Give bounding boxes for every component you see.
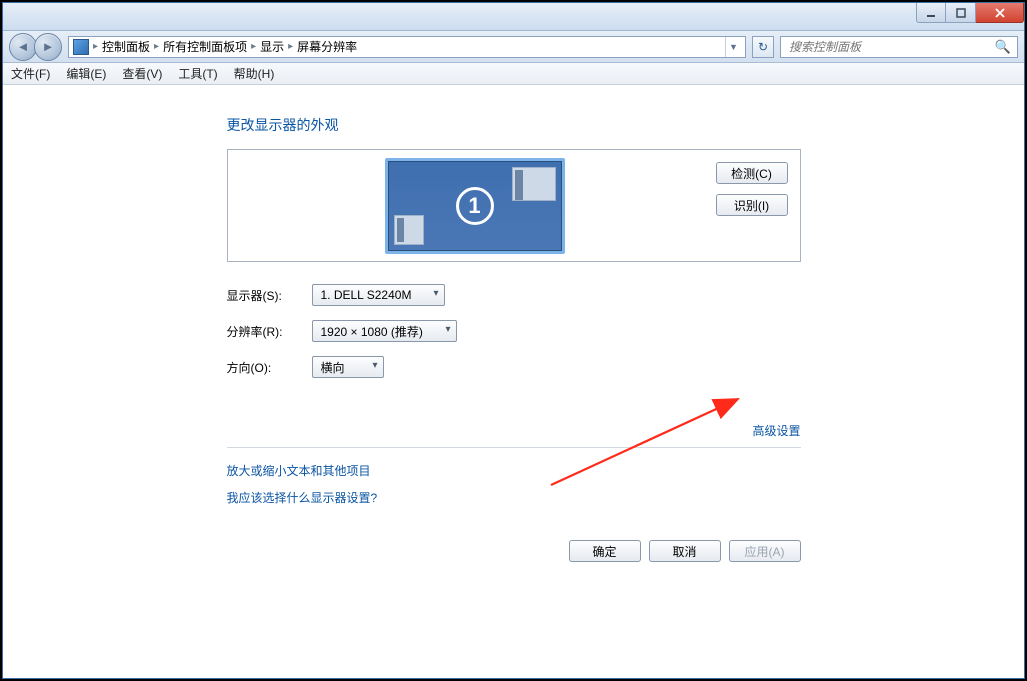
dialog-buttons: 确定 取消 应用(A) xyxy=(227,540,801,562)
resolution-select[interactable]: 1920 × 1080 (推荐) xyxy=(312,320,457,342)
address-toolbar: ◄ ► ▸ 控制面板 ▸ 所有控制面板项 ▸ 显示 ▸ 屏幕分辨率 ▼ ↻ 🔍 xyxy=(3,31,1024,63)
address-bar[interactable]: ▸ 控制面板 ▸ 所有控制面板项 ▸ 显示 ▸ 屏幕分辨率 ▼ xyxy=(68,36,746,58)
orientation-value: 横向 xyxy=(321,359,345,376)
control-panel-icon xyxy=(73,39,89,55)
advanced-row: 高级设置 xyxy=(227,392,801,448)
menu-help[interactable]: 帮助(H) xyxy=(234,65,275,82)
refresh-button[interactable]: ↻ xyxy=(752,36,774,58)
help-links: 放大或缩小文本和其他项目 我应该选择什么显示器设置? xyxy=(227,462,801,506)
breadcrumb-item[interactable]: 屏幕分辨率 xyxy=(297,38,357,55)
address-dropdown[interactable]: ▼ xyxy=(725,37,741,57)
chevron-right-icon: ▸ xyxy=(288,41,293,52)
display-preview-box: 1 检测(C) 识别(I) xyxy=(227,149,801,262)
settings-panel: 更改显示器的外观 1 检测(C) 识别(I) 显示器(S): xyxy=(227,109,801,678)
maximize-icon xyxy=(956,8,966,18)
settings-form: 显示器(S): 1. DELL S2240M 分辨率(R): 1920 × 10… xyxy=(227,284,801,378)
menu-edit[interactable]: 编辑(E) xyxy=(66,65,106,82)
breadcrumb-item[interactable]: 控制面板 xyxy=(102,38,150,55)
close-icon xyxy=(994,8,1006,18)
search-box[interactable]: 🔍 xyxy=(780,36,1018,58)
forward-button[interactable]: ► xyxy=(34,33,62,61)
menu-tools[interactable]: 工具(T) xyxy=(178,65,217,82)
menu-view[interactable]: 查看(V) xyxy=(122,65,162,82)
search-input[interactable] xyxy=(787,39,995,55)
breadcrumb-item[interactable]: 所有控制面板项 xyxy=(163,38,247,55)
titlebar[interactable] xyxy=(3,3,1024,31)
chevron-right-icon: ▸ xyxy=(154,41,159,52)
monitor-preview[interactable]: 1 xyxy=(385,158,565,254)
monitor-preview-area[interactable]: 1 xyxy=(234,156,716,255)
orientation-row: 方向(O): 横向 xyxy=(227,356,801,378)
nav-buttons: ◄ ► xyxy=(9,33,62,61)
resolution-label: 分辨率(R): xyxy=(227,323,312,340)
maximize-button[interactable] xyxy=(946,3,976,23)
display-row: 显示器(S): 1. DELL S2240M xyxy=(227,284,801,306)
window-controls xyxy=(916,3,1024,23)
apply-button[interactable]: 应用(A) xyxy=(729,540,801,562)
menu-file[interactable]: 文件(F) xyxy=(11,65,50,82)
content-area: 更改显示器的外观 1 检测(C) 识别(I) 显示器(S): xyxy=(3,85,1024,678)
resolution-row: 分辨率(R): 1920 × 1080 (推荐) xyxy=(227,320,801,342)
display-value: 1. DELL S2240M xyxy=(321,288,412,302)
chevron-right-icon: ▸ xyxy=(93,41,98,52)
which-settings-link[interactable]: 我应该选择什么显示器设置? xyxy=(227,489,801,506)
forward-icon: ► xyxy=(42,39,55,54)
monitor-number: 1 xyxy=(456,187,494,225)
chevron-down-icon: ▼ xyxy=(729,42,738,52)
back-icon: ◄ xyxy=(17,39,30,54)
orientation-label: 方向(O): xyxy=(227,359,312,376)
close-button[interactable] xyxy=(976,3,1024,23)
display-label: 显示器(S): xyxy=(227,287,312,304)
page-title: 更改显示器的外观 xyxy=(227,115,801,135)
window-frame: ◄ ► ▸ 控制面板 ▸ 所有控制面板项 ▸ 显示 ▸ 屏幕分辨率 ▼ ↻ 🔍 … xyxy=(2,2,1025,679)
preview-side-buttons: 检测(C) 识别(I) xyxy=(716,156,794,255)
window-thumbnail-icon xyxy=(394,215,424,245)
breadcrumb-item[interactable]: 显示 xyxy=(260,38,284,55)
identify-button[interactable]: 识别(I) xyxy=(716,194,788,216)
cancel-button[interactable]: 取消 xyxy=(649,540,721,562)
refresh-icon: ↻ xyxy=(758,40,768,54)
ok-button[interactable]: 确定 xyxy=(569,540,641,562)
search-icon: 🔍 xyxy=(995,39,1011,55)
text-size-link[interactable]: 放大或缩小文本和其他项目 xyxy=(227,462,801,479)
advanced-settings-link[interactable]: 高级设置 xyxy=(752,424,800,438)
display-select[interactable]: 1. DELL S2240M xyxy=(312,284,445,306)
chevron-right-icon: ▸ xyxy=(251,41,256,52)
resolution-value: 1920 × 1080 (推荐) xyxy=(321,323,423,340)
back-button[interactable]: ◄ xyxy=(9,33,37,61)
orientation-select[interactable]: 横向 xyxy=(312,356,384,378)
window-thumbnail-icon xyxy=(512,167,556,201)
minimize-icon xyxy=(926,8,936,18)
minimize-button[interactable] xyxy=(916,3,946,23)
menu-bar: 文件(F) 编辑(E) 查看(V) 工具(T) 帮助(H) xyxy=(3,63,1024,85)
detect-button[interactable]: 检测(C) xyxy=(716,162,788,184)
